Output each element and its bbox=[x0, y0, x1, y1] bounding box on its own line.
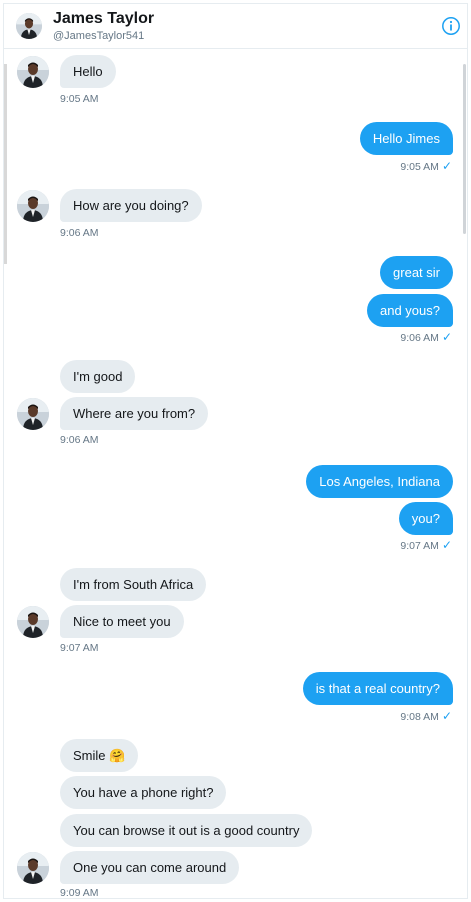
avatar[interactable] bbox=[17, 56, 49, 88]
message-timestamp: 9:06 AM bbox=[60, 434, 99, 446]
check-icon: ✓ bbox=[441, 709, 452, 723]
contact-handle: @JamesTaylor541 bbox=[53, 30, 145, 42]
message-timestamp: 9:06 AM bbox=[60, 227, 99, 239]
incoming-message[interactable]: Where are you from? bbox=[60, 397, 209, 430]
check-icon: ✓ bbox=[441, 159, 452, 173]
incoming-message[interactable]: I'm good bbox=[60, 360, 136, 393]
outgoing-message[interactable]: and yous? bbox=[367, 294, 453, 327]
conversation-panel: James Taylor @JamesTaylor541 Hello 9:05 … bbox=[3, 3, 468, 899]
avatar[interactable] bbox=[16, 13, 42, 39]
incoming-message[interactable]: I'm from South Africa bbox=[60, 568, 207, 601]
profile-photo-icon bbox=[17, 190, 49, 222]
message-timestamp-text: 9:05 AM bbox=[400, 161, 439, 173]
profile-photo-icon bbox=[16, 13, 42, 39]
message-timestamp-text: 9:07 AM bbox=[400, 540, 439, 552]
check-icon: ✓ bbox=[441, 538, 452, 552]
check-icon: ✓ bbox=[441, 330, 452, 344]
message-timestamp: 9:09 AM bbox=[60, 887, 99, 899]
profile-photo-icon bbox=[17, 606, 49, 638]
message-timestamp-text: 9:08 AM bbox=[400, 711, 439, 723]
outgoing-message[interactable]: Hello Jimes bbox=[359, 122, 453, 155]
outgoing-message[interactable]: you? bbox=[398, 502, 453, 535]
contact-name[interactable]: James Taylor bbox=[53, 10, 154, 28]
message-timestamp: 9:06 AM ✓ bbox=[400, 330, 452, 344]
info-icon[interactable] bbox=[441, 16, 461, 36]
incoming-message[interactable]: Nice to meet you bbox=[60, 605, 184, 638]
avatar[interactable] bbox=[17, 852, 49, 884]
incoming-message[interactable]: You have a phone right? bbox=[60, 776, 227, 809]
message-timestamp: 9:05 AM bbox=[60, 93, 99, 105]
message-timestamp-text: 9:06 AM bbox=[400, 332, 439, 344]
incoming-message[interactable]: You can browse it out is a good country bbox=[60, 814, 313, 847]
outgoing-message[interactable]: great sir bbox=[380, 256, 453, 289]
message-timestamp: 9:07 AM ✓ bbox=[400, 538, 452, 552]
profile-photo-icon bbox=[17, 398, 49, 430]
avatar[interactable] bbox=[17, 398, 49, 430]
message-timestamp: 9:05 AM ✓ bbox=[400, 159, 452, 173]
profile-photo-icon bbox=[17, 56, 49, 88]
outgoing-message[interactable]: Los Angeles, Indiana bbox=[306, 465, 453, 498]
conversation-header: James Taylor @JamesTaylor541 bbox=[4, 4, 467, 49]
profile-photo-icon bbox=[17, 852, 49, 884]
incoming-message[interactable]: One you can come around bbox=[60, 851, 240, 884]
avatar[interactable] bbox=[17, 190, 49, 222]
incoming-message[interactable]: Smile 🤗 bbox=[60, 739, 139, 772]
message-timestamp: 9:07 AM bbox=[60, 642, 99, 654]
message-timestamp: 9:08 AM ✓ bbox=[400, 709, 452, 723]
incoming-message[interactable]: Hello bbox=[60, 55, 116, 88]
outgoing-message[interactable]: is that a real country? bbox=[302, 672, 453, 705]
panel-edge bbox=[4, 64, 7, 264]
avatar[interactable] bbox=[17, 606, 49, 638]
incoming-message[interactable]: How are you doing? bbox=[60, 189, 202, 222]
scrollbar[interactable] bbox=[463, 64, 466, 234]
